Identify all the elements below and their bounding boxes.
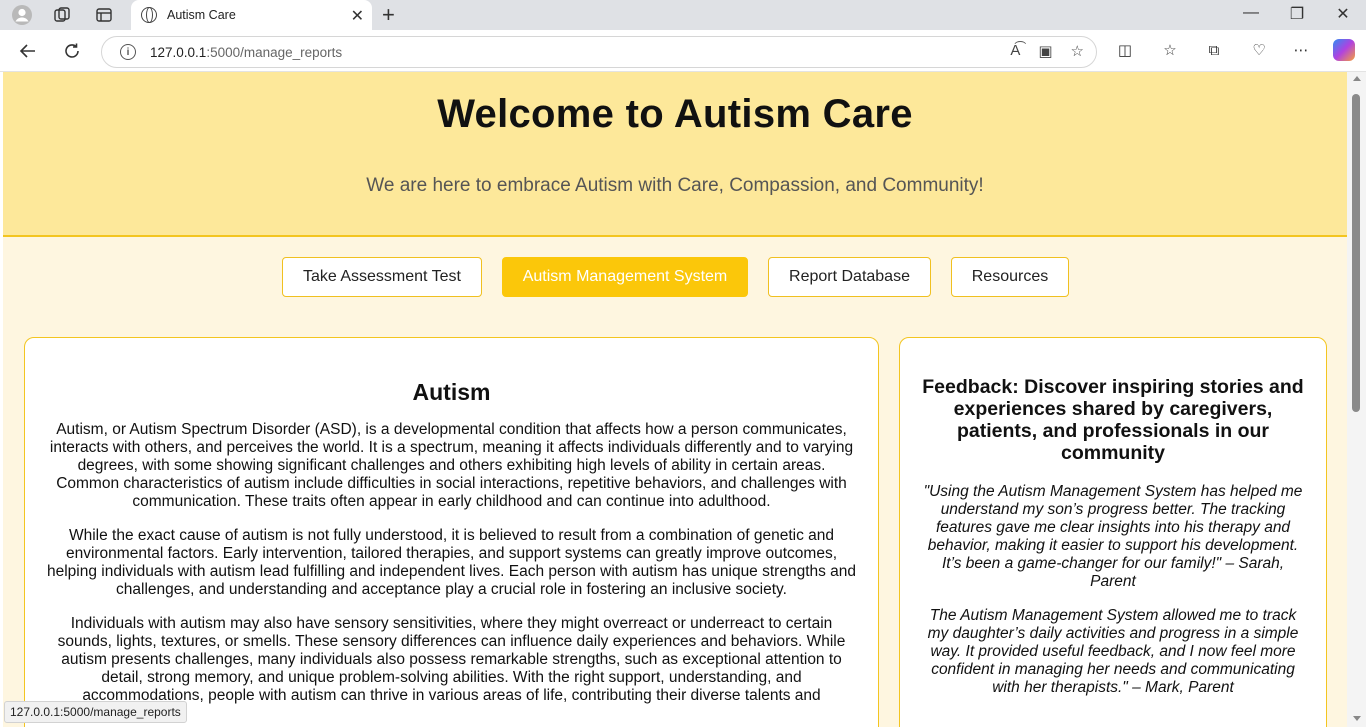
site-info-icon[interactable]: i [120, 44, 136, 60]
favorite-star-icon[interactable]: ☆ [1071, 42, 1084, 60]
tab-actions-icon[interactable] [91, 3, 117, 27]
feedback-heading: Feedback: Discover inspiring stories and… [922, 376, 1304, 464]
new-tab-icon[interactable]: + [382, 2, 395, 28]
tab-title: Autism Care [167, 8, 236, 22]
autism-paragraph: Autism, or Autism Spectrum Disorder (ASD… [49, 421, 854, 510]
resources-button[interactable]: Resources [951, 257, 1069, 297]
more-menu-icon[interactable]: ⋯ [1290, 40, 1312, 62]
feedback-quote: "Using the Autism Management System has … [923, 483, 1303, 590]
vertical-scrollbar[interactable] [1347, 72, 1366, 727]
browser-tab-bar: Autism Care ✕ + — ❐ ✕ [0, 0, 1366, 30]
immersive-reader-icon[interactable]: ▣ [1038, 42, 1052, 60]
page-title: Welcome to Autism Care [437, 92, 913, 136]
page-viewport: Welcome to Autism Care We are here to em… [3, 72, 1347, 727]
url-text[interactable]: 127.0.0.1:5000/manage_reports [150, 45, 342, 60]
back-arrow-icon[interactable] [16, 39, 40, 63]
restore-icon[interactable]: ❐ [1282, 4, 1312, 24]
close-tab-icon[interactable]: ✕ [351, 6, 364, 26]
collections-icon[interactable]: ⧉ [1203, 40, 1225, 62]
feedback-card: Feedback: Discover inspiring stories and… [899, 337, 1327, 727]
autism-paragraph: While the exact cause of autism is not f… [46, 527, 857, 598]
split-screen-icon[interactable]: ◫ [1114, 40, 1136, 62]
autism-paragraph: Individuals with autism may also have se… [57, 615, 846, 704]
read-aloud-icon[interactable]: A͡ [1010, 42, 1020, 60]
copilot-icon[interactable] [1333, 39, 1355, 61]
refresh-icon[interactable] [60, 39, 84, 63]
link-status-tooltip: 127.0.0.1:5000/manage_reports [4, 701, 187, 723]
feedback-quote: The Autism Management System allowed me … [927, 607, 1299, 696]
main-nav: Take Assessment Test Autism Management S… [3, 257, 1347, 297]
workspaces-icon[interactable] [49, 3, 75, 27]
scrollbar-thumb[interactable] [1352, 94, 1360, 412]
autism-heading: Autism [412, 379, 491, 405]
close-window-icon[interactable]: ✕ [1328, 4, 1358, 24]
profile-icon[interactable] [9, 3, 35, 27]
page-subtitle: We are here to embrace Autism with Care,… [366, 175, 984, 196]
scroll-down-arrow-icon[interactable] [1353, 716, 1361, 721]
favorites-icon[interactable]: ☆ [1159, 40, 1181, 62]
take-assessment-button[interactable]: Take Assessment Test [282, 257, 482, 297]
scroll-up-arrow-icon[interactable] [1353, 76, 1361, 81]
autism-management-button[interactable]: Autism Management System [502, 257, 748, 297]
minimize-icon[interactable]: — [1236, 4, 1266, 22]
tab-autism-care[interactable]: Autism Care ✕ [131, 0, 372, 30]
address-bar[interactable]: i 127.0.0.1:5000/manage_reports A͡ ▣ ☆ [101, 36, 1097, 68]
browser-essentials-icon[interactable]: ♡ [1248, 40, 1270, 62]
browser-toolbar: i 127.0.0.1:5000/manage_reports A͡ ▣ ☆ ◫… [0, 30, 1366, 72]
globe-icon [141, 7, 157, 23]
autism-info-card: Autism Autism, or Autism Spectrum Disord… [24, 337, 879, 727]
hero-banner: Welcome to Autism Care We are here to em… [3, 72, 1347, 237]
report-database-button[interactable]: Report Database [768, 257, 931, 297]
